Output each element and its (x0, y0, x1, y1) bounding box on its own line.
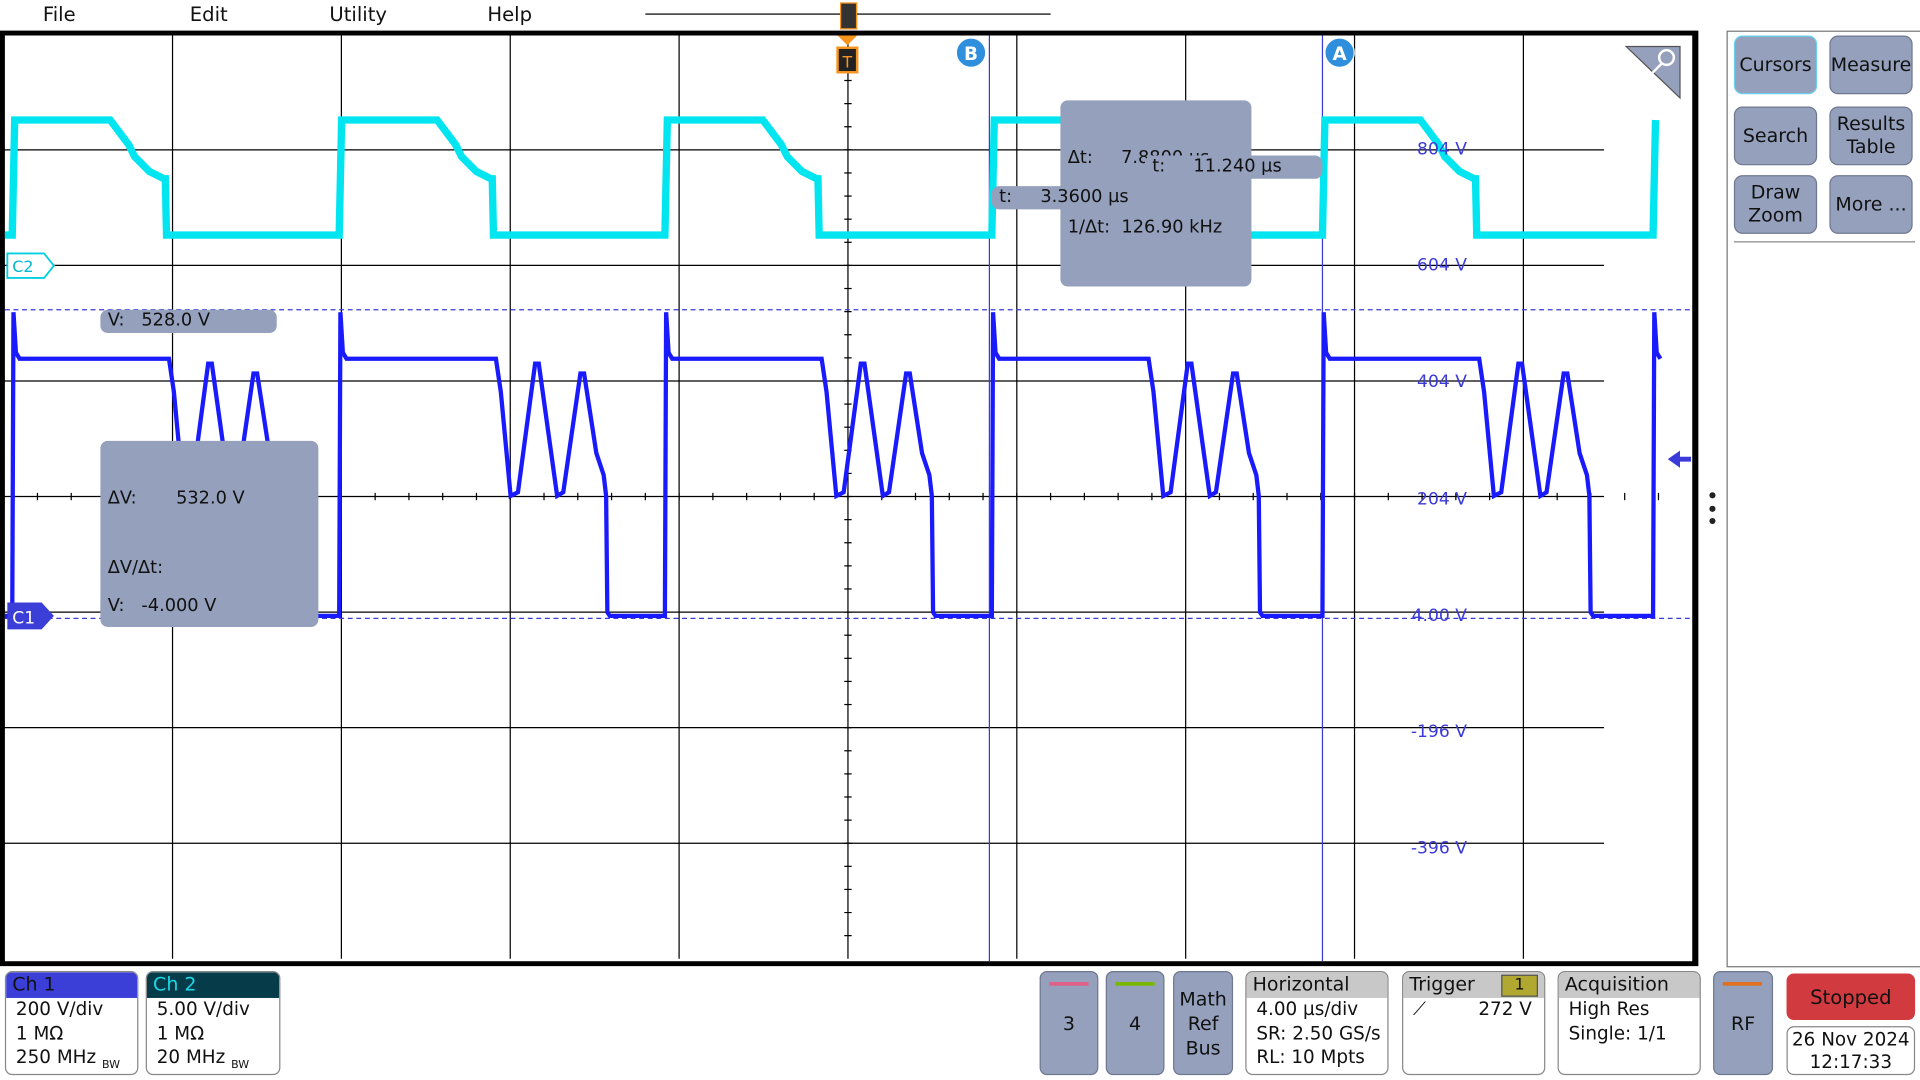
ch1-bandwidth: 250 MHz (15, 1045, 97, 1068)
acquisition-title: Acquisition (1558, 972, 1700, 998)
menu-file[interactable]: File (43, 2, 76, 25)
horizontal-title: Horizontal (1246, 972, 1388, 998)
cursor-b-time-readout[interactable]: t: 3.3600 µs (991, 186, 1167, 210)
trigger-source: 1 (1501, 974, 1538, 997)
acquisition-count: Single: 1/1 (1568, 1021, 1667, 1044)
waveform-display[interactable]: T B A C2 C1 804 V 604 V 404 V 204 V 4.00… (0, 30, 1699, 967)
menu-utility[interactable]: Utility (329, 2, 387, 25)
vertical-label: 4.00 V (1411, 606, 1467, 626)
bw-limit-icon: BW (231, 1059, 250, 1072)
bw-limit-icon: BW (101, 1059, 121, 1072)
ch2-impedance: 1 MΩ (156, 1021, 205, 1044)
svg-text:B: B (964, 44, 978, 65)
inv-delta-t-value: 1/Δt: 126.90 kHz (1067, 217, 1223, 238)
sample-rate: SR: 2.50 GS/s (1256, 1021, 1381, 1044)
trigger-badge[interactable]: Trigger 1 ⟋ 272 V (1402, 971, 1546, 1076)
panel-divider (1733, 241, 1916, 243)
math-ref-bus-button[interactable]: Math Ref Bus (1173, 971, 1234, 1076)
results-panel (1726, 30, 1920, 968)
ch1-impedance: 1 MΩ (15, 1021, 64, 1044)
dv-dt-value: ΔV/Δt: (107, 558, 164, 578)
measure-button[interactable]: Measure (1829, 35, 1913, 95)
menu-edit[interactable]: Edit (190, 2, 228, 25)
ch2-ground-marker[interactable]: C2 (6, 252, 56, 279)
vertical-label: 204 V (1417, 489, 1467, 510)
rf-label: RF (1731, 1012, 1756, 1035)
ch4-label: 4 (1129, 1012, 1142, 1035)
vertical-label: -196 V (1410, 722, 1467, 743)
acquisition-badge[interactable]: Acquisition High Res Single: 1/1 (1557, 971, 1701, 1076)
svg-text:T: T (841, 52, 852, 71)
svg-text:C1: C1 (12, 608, 35, 628)
horizontal-scale: 4.00 µs/div (1256, 997, 1359, 1021)
vertical-label: -396 V (1410, 838, 1467, 859)
vertical-label: 804 V (1417, 139, 1467, 160)
ch3-color-bar (1049, 982, 1089, 986)
trigger-title: Trigger (1409, 973, 1475, 996)
time: 12:17:33 (1809, 1050, 1893, 1073)
ch3-label: 3 (1062, 1012, 1076, 1035)
math-label: Math (1179, 987, 1227, 1010)
record-position-marker[interactable] (840, 2, 858, 30)
vertical-label: 404 V (1417, 372, 1467, 392)
more-button[interactable]: More ... (1829, 175, 1913, 234)
vertical-label: 604 V (1417, 255, 1467, 276)
draw-zoom-button[interactable]: Draw Zoom (1733, 175, 1818, 234)
acquisition-mode: High Res (1568, 997, 1650, 1021)
results-table-button[interactable]: Results Table (1829, 106, 1913, 166)
search-button[interactable]: Search (1733, 106, 1818, 166)
bus-label: Bus (1185, 1036, 1221, 1059)
ref-label: Ref (1187, 1012, 1219, 1035)
cursor-a-voltage-readout[interactable]: V: 528.0 V (100, 309, 277, 334)
ch4-button[interactable]: 4 (1105, 971, 1165, 1076)
trigger-level: 272 V (1478, 997, 1532, 1021)
delta-v-value: ΔV: 532.0 V (107, 488, 245, 509)
rising-edge-icon: ⟋ (1413, 997, 1426, 1021)
cursor-a-handle[interactable]: A (1324, 37, 1355, 68)
ch2-title: Ch 2 (146, 972, 280, 998)
date-time-display[interactable]: 26 Nov 2024 12:17:33 (1786, 1026, 1916, 1076)
ch1-badge[interactable]: Ch 1 200 V/div 1 MΩ 250 MHz BW (4, 971, 139, 1076)
ch1-title: Ch 1 (6, 972, 138, 998)
cursors-button[interactable]: Cursors (1733, 35, 1818, 95)
horizontal-badge[interactable]: Horizontal 4.00 µs/div SR: 2.50 GS/s RL:… (1245, 971, 1389, 1076)
run-stop-button[interactable]: Stopped (1786, 973, 1916, 1021)
rf-button[interactable]: RF (1713, 971, 1774, 1076)
menu-help[interactable]: Help (487, 2, 532, 25)
more-options-icon[interactable] (1707, 492, 1717, 525)
ch4-color-bar (1115, 982, 1155, 986)
ch2-badge[interactable]: Ch 2 5.00 V/div 1 MΩ 20 MHz BW (145, 971, 281, 1076)
cursor-b-handle[interactable]: B (955, 37, 987, 68)
record-length: RL: 10 Mpts (1256, 1045, 1365, 1068)
ch3-button[interactable]: 3 (1039, 971, 1099, 1076)
date: 26 Nov 2024 (1791, 1028, 1910, 1051)
cursor-b-voltage-readout[interactable]: V: -4.000 V (100, 595, 277, 619)
cursor-a-time-readout[interactable]: t: 11.240 µs (1144, 155, 1323, 179)
svg-text:A: A (1332, 44, 1347, 65)
rf-color-bar (1722, 982, 1763, 986)
ch2-scale: 5.00 V/div (156, 997, 250, 1021)
oscilloscope-app: File Edit Utility Help T B A C2 C1 804 V… (0, 0, 1920, 1080)
svg-text:C2: C2 (12, 257, 33, 276)
ch2-bandwidth: 20 MHz (156, 1045, 226, 1068)
ch1-scale: 200 V/div (15, 997, 104, 1021)
